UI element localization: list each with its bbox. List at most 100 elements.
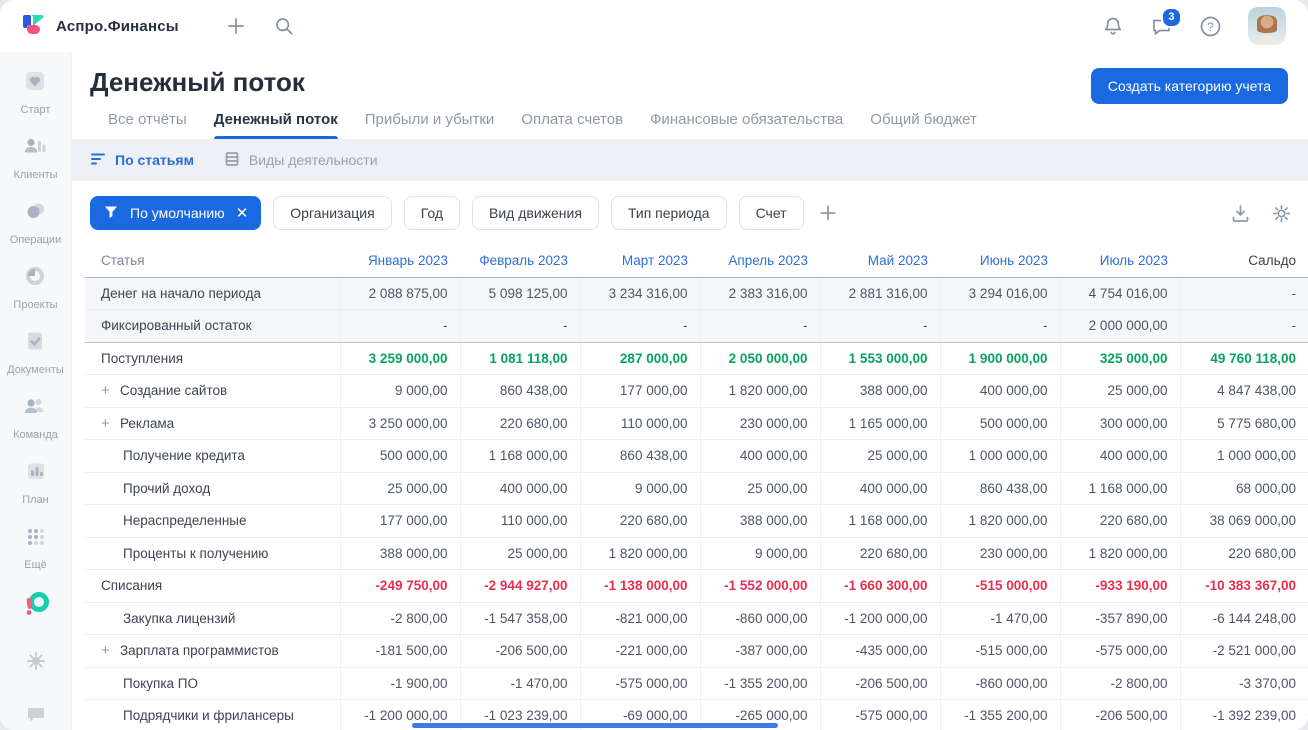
cell-value: 500 000,00 — [339, 439, 460, 472]
cell-value: 49 760 118,00 — [1179, 341, 1308, 375]
cell-value: -515 000,00 — [939, 634, 1060, 667]
cell-value: 220 680,00 — [1179, 536, 1308, 570]
table-row[interactable]: Фиксированный остаток - - - - - -2 000 000,00- — [85, 309, 1308, 343]
table-row[interactable]: Списания -249 750,00 -2 944 927,00 -1 138 0… — [85, 569, 1308, 602]
sidebar-item-operations[interactable]: Операции — [10, 198, 61, 246]
sidebar-item-more[interactable]: Ещё — [23, 523, 49, 571]
cell-value: 1 820 000,00 — [699, 374, 820, 407]
cell-value: 2 000 000,00 — [1059, 309, 1180, 343]
notifications-bell-icon[interactable] — [1102, 15, 1124, 37]
cell-value: 500 000,00 — [939, 406, 1060, 440]
cell-value: 1 820 000,00 — [579, 536, 700, 570]
tab-general-budget[interactable]: Общий бюджет — [870, 111, 977, 139]
expand-row-icon[interactable]: + — [101, 642, 112, 659]
sidebar-item-start[interactable]: Старт — [21, 68, 50, 116]
documents-icon — [22, 328, 48, 359]
cell-value: 9 000,00 — [339, 374, 460, 407]
help-icon[interactable]: ? — [1199, 15, 1222, 38]
filter-chip-period-type[interactable]: Тип периода — [610, 196, 727, 230]
row-label: Закупка лицензий — [123, 610, 236, 626]
table-row[interactable]: Прочий доход 25 000,00 400 000,00 9 000,00 2… — [85, 471, 1308, 505]
app-window: Аспро.Финансы 3 ? Старт Клиенты Операции… — [0, 0, 1308, 730]
table-row[interactable]: Поступления 3 259 000,00 1 081 118,00 287 0… — [85, 341, 1308, 375]
app-footer-logo-icon[interactable] — [20, 588, 52, 625]
brand[interactable]: Аспро.Финансы — [20, 11, 179, 42]
table-row[interactable]: + Создание сайтов 9 000,00 860 438,00 177 00… — [85, 374, 1308, 407]
row-label: Создание сайтов — [120, 383, 228, 399]
column-header-saldo: Сальдо — [1180, 244, 1308, 278]
filter-chip-account[interactable]: Счет — [738, 196, 804, 230]
create-category-button[interactable]: Создать категорию учета — [1090, 68, 1288, 104]
cell-value: 860 438,00 — [939, 471, 1060, 505]
table-row[interactable]: Проценты к получению 388 000,00 25 000,00 1… — [85, 536, 1308, 570]
cell-value: 860 438,00 — [459, 374, 580, 407]
sidebar-item-clients[interactable]: Клиенты — [13, 133, 58, 181]
filter-chip-year[interactable]: Год — [403, 196, 460, 230]
filter-chip-organization[interactable]: Организация — [273, 196, 392, 230]
sidebar-item-projects[interactable]: Проекты — [13, 263, 58, 311]
user-avatar[interactable] — [1248, 7, 1286, 45]
table-row[interactable]: Нераспределенные 177 000,00 110 000,00 220 … — [85, 504, 1308, 537]
row-label: Реклама — [120, 415, 175, 431]
column-header-month[interactable]: Май 2023 — [820, 244, 940, 278]
table-row[interactable]: Покупка ПО -1 900,00 -1 470,00 -575 000,00-… — [85, 666, 1308, 700]
table-row[interactable]: Закупка лицензий -2 800,00 -1 547 358,00 -8… — [85, 601, 1308, 635]
table-row[interactable]: Получение кредита 500 000,00 1 168 000,00 8… — [85, 439, 1308, 472]
table-row[interactable]: + Реклама 3 250 000,00 220 680,00 110 000,00… — [85, 406, 1308, 440]
stacked-rows-icon — [224, 151, 240, 170]
expand-row-icon[interactable]: + — [101, 382, 112, 399]
subtab-activity-types[interactable]: Виды деятельности — [224, 151, 378, 170]
tab-cash-flow[interactable]: Денежный поток — [213, 111, 338, 139]
cell-value: 110 000,00 — [459, 504, 580, 537]
column-header-month[interactable]: Апрель 2023 — [700, 244, 820, 278]
cell-value: 25 000,00 — [819, 439, 940, 472]
horizontal-scrollbar-thumb[interactable] — [412, 723, 778, 728]
cell-value: -575 000,00 — [579, 666, 700, 700]
cell-value: 400 000,00 — [1059, 439, 1180, 472]
cell-value: -1 470,00 — [939, 601, 1060, 635]
cell-value: 1 900 000,00 — [939, 341, 1060, 375]
messages-chat-icon[interactable]: 3 — [1150, 7, 1182, 37]
cell-value: 230 000,00 — [939, 536, 1060, 570]
filter-chip-movement-type[interactable]: Вид движения — [472, 196, 599, 230]
cell-value: 400 000,00 — [699, 439, 820, 472]
table-row[interactable]: Денег на начало периода 2 088 875,00 5 098… — [85, 277, 1308, 310]
report-content: По умолчанию ✕ Организация Год Вид движе… — [72, 181, 1308, 730]
column-header-month[interactable]: Июнь 2023 — [940, 244, 1060, 278]
download-icon[interactable] — [1230, 203, 1251, 224]
tab-profit-loss[interactable]: Прибыли и убытки — [365, 111, 495, 139]
cell-value: - — [339, 309, 460, 343]
cell-value: - — [1179, 277, 1308, 310]
table-settings-gear-icon[interactable] — [1271, 203, 1292, 224]
tab-financial-obligations[interactable]: Финансовые обязательства — [650, 111, 843, 139]
cell-value: 388 000,00 — [819, 374, 940, 407]
quick-add-icon[interactable] — [225, 15, 247, 37]
search-icon[interactable] — [273, 15, 295, 37]
column-header-month[interactable]: Январь 2023 — [340, 244, 460, 278]
table-row[interactable]: + Зарплата программистов -181 500,00 -206 5… — [85, 634, 1308, 667]
cell-value: -575 000,00 — [819, 699, 940, 730]
cell-value: -1 392 239,00 — [1179, 699, 1308, 730]
tab-invoice-payment[interactable]: Оплата счетов — [521, 111, 623, 139]
settings-gear-icon[interactable] — [24, 649, 48, 678]
cell-value: -2 944 927,00 — [459, 569, 580, 602]
column-header-month[interactable]: Март 2023 — [580, 244, 700, 278]
sidebar-item-team[interactable]: Команда — [13, 393, 58, 441]
support-chat-icon[interactable] — [24, 702, 48, 730]
remove-filter-icon[interactable]: ✕ — [236, 206, 249, 221]
add-filter-icon[interactable] — [818, 203, 838, 223]
row-label: Фиксированный остаток — [101, 318, 252, 334]
subtab-by-articles[interactable]: По статьям — [90, 152, 194, 169]
cell-value: -575 000,00 — [1059, 634, 1180, 667]
active-filter-chip[interactable]: По умолчанию ✕ — [90, 196, 262, 230]
cell-value: -435 000,00 — [819, 634, 940, 667]
sidebar-item-plan[interactable]: План — [22, 458, 49, 506]
clients-icon — [22, 133, 48, 164]
row-label: Денег на начало периода — [101, 285, 261, 301]
column-header-month[interactable]: Февраль 2023 — [460, 244, 580, 278]
expand-row-icon[interactable]: + — [101, 415, 112, 432]
tab-all-reports[interactable]: Все отчёты — [108, 111, 187, 139]
table-header-row: Статья Январь 2023 Февраль 2023 Март 202… — [85, 244, 1308, 278]
sidebar-item-documents[interactable]: Документы — [7, 328, 64, 376]
column-header-month[interactable]: Июль 2023 — [1060, 244, 1180, 278]
